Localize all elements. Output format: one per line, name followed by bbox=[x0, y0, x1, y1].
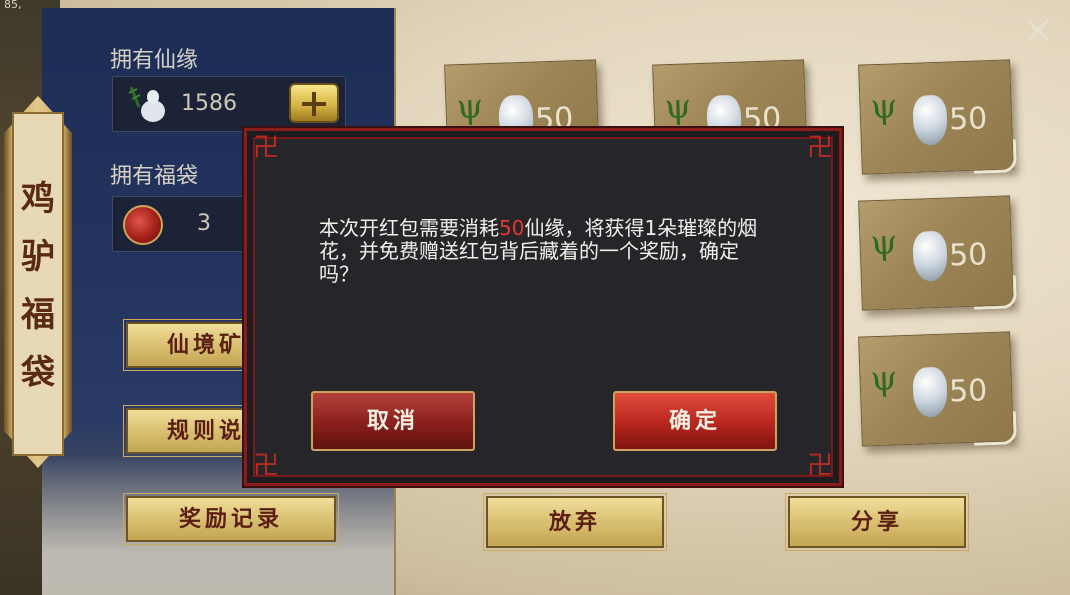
corner-knot-icon: 卍 bbox=[253, 451, 280, 481]
dialog-message-part1: 本次开红包需要消耗 bbox=[319, 216, 499, 240]
confirm-dialog: 卍 卍 卍 卍 本次开红包需要消耗50仙缘，将获得1朵璀璨的烟花，并免费赠送红包… bbox=[244, 128, 842, 486]
corner-knot-icon: 卍 bbox=[253, 133, 280, 163]
dialog-message: 本次开红包需要消耗50仙缘，将获得1朵璀璨的烟花，并免费赠送红包背后藏着的一个奖… bbox=[319, 217, 767, 286]
corner-knot-icon: 卍 bbox=[807, 133, 834, 163]
dialog-cost-highlight: 50 bbox=[499, 216, 525, 240]
cancel-button[interactable]: 取消 bbox=[311, 391, 475, 451]
corner-knot-icon: 卍 bbox=[807, 451, 834, 481]
confirm-button[interactable]: 确定 bbox=[613, 391, 777, 451]
